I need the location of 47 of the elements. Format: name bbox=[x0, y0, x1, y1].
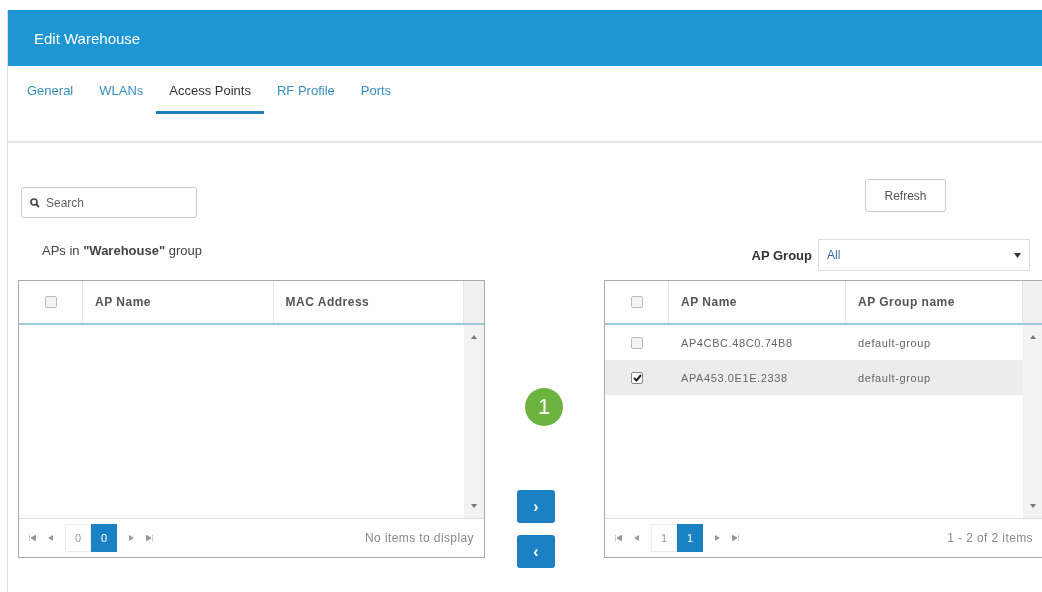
table-cell-text: default-group bbox=[857, 371, 932, 384]
scrollbar[interactable] bbox=[464, 325, 484, 518]
page-number[interactable]: 1 bbox=[651, 524, 677, 552]
select-all-checkbox[interactable] bbox=[44, 296, 57, 308]
refresh-button[interactable]: Refresh bbox=[865, 179, 946, 212]
next-page-icon[interactable] bbox=[715, 535, 720, 541]
pager-info: No items to display bbox=[365, 531, 474, 545]
tab[interactable]: WLANs bbox=[86, 80, 157, 114]
tab[interactable]: RF Profile bbox=[263, 80, 348, 114]
pager-info: 1 - 2 of 2 items bbox=[947, 531, 1033, 545]
first-page-icon[interactable] bbox=[615, 535, 622, 541]
last-page-icon[interactable] bbox=[732, 535, 739, 541]
page-number[interactable]: 0 bbox=[91, 524, 117, 552]
scrollbar-header bbox=[1023, 281, 1042, 323]
move-button[interactable]: ‹ bbox=[517, 535, 555, 568]
page-number[interactable]: 1 bbox=[677, 524, 703, 552]
next-page-icon[interactable] bbox=[129, 535, 134, 541]
select-all-checkbox[interactable] bbox=[630, 296, 643, 308]
ap-group-label: AP Group bbox=[751, 247, 812, 263]
page-number[interactable]: 0 bbox=[65, 524, 91, 552]
window-title: Edit Warehouse bbox=[34, 29, 141, 47]
row-checkbox[interactable] bbox=[631, 336, 643, 349]
search-field[interactable]: Search bbox=[21, 187, 197, 218]
table-cell-text: AP4CBC.48C0.74B8 bbox=[680, 336, 794, 349]
scroll-down-icon[interactable] bbox=[471, 504, 477, 508]
scrollbar-header bbox=[464, 281, 484, 323]
tab[interactable]: Access Points bbox=[156, 80, 264, 114]
column-header[interactable]: AP Name bbox=[83, 281, 274, 323]
ap-group-dropdown[interactable]: All bbox=[818, 239, 1030, 271]
previous-page-icon[interactable] bbox=[634, 535, 639, 541]
scroll-down-icon[interactable] bbox=[1030, 504, 1036, 508]
scroll-up-icon[interactable] bbox=[1030, 335, 1036, 339]
row-checkbox[interactable] bbox=[631, 371, 643, 384]
previous-page-icon[interactable] bbox=[48, 535, 53, 541]
tab[interactable]: General bbox=[14, 80, 87, 114]
step-badge: 1 bbox=[525, 388, 563, 426]
table-cell-text: APA453.0E1E.2338 bbox=[680, 371, 789, 384]
tab[interactable]: Ports bbox=[347, 80, 405, 114]
column-header[interactable]: AP Name bbox=[669, 281, 846, 323]
caret-icon bbox=[1014, 252, 1021, 258]
first-page-icon[interactable] bbox=[29, 535, 36, 541]
group-label: APs in "Warehouse" group bbox=[42, 242, 202, 258]
last-page-icon[interactable] bbox=[146, 535, 153, 541]
scrollbar[interactable] bbox=[1023, 325, 1042, 518]
scroll-up-icon[interactable] bbox=[471, 335, 477, 339]
table-cell-text: default-group bbox=[857, 336, 932, 349]
move-button[interactable]: › bbox=[517, 490, 555, 523]
